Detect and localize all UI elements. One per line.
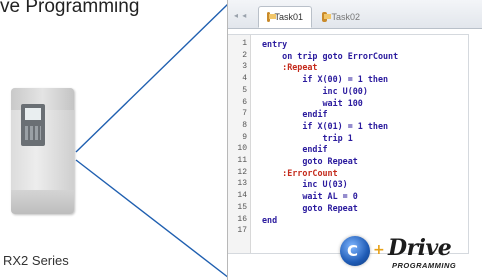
- code-line: inc U(00): [262, 85, 368, 96]
- line-number: 15: [237, 202, 247, 212]
- line-number: 1: [242, 39, 247, 48]
- line-number: 5: [242, 85, 247, 95]
- device-caption: RX2 Series: [3, 253, 69, 268]
- logo-mark-icon: C: [340, 236, 370, 266]
- code-line: if X(00) = 1 then: [262, 74, 389, 85]
- code-line: end: [262, 214, 278, 225]
- code-line: :ErrorCount: [262, 167, 338, 178]
- code-line: entry: [262, 39, 288, 49]
- line-number: 8: [242, 120, 247, 130]
- line-number: 10: [237, 144, 247, 154]
- line-number: 17: [237, 226, 247, 236]
- code-line: inc U(03): [262, 179, 348, 190]
- vent: [11, 190, 74, 214]
- line-number: 2: [242, 50, 247, 60]
- line-number: 9: [242, 132, 247, 142]
- line-number: 12: [237, 167, 247, 177]
- code-line: wait 100: [262, 97, 363, 108]
- drive-programming-logo: C + Drive PROGRAMMING: [338, 233, 480, 277]
- code-line: endif: [262, 144, 328, 155]
- code-line: wait AL = 0: [262, 191, 358, 202]
- keypad: [25, 126, 41, 140]
- code-line: if X(01) = 1 then: [262, 120, 389, 131]
- code-line: :Repeat: [262, 62, 318, 73]
- logo-word: Drive: [388, 235, 452, 261]
- line-number: 16: [237, 214, 247, 224]
- task-icon: [267, 12, 278, 22]
- line-number: 4: [242, 74, 247, 84]
- code-editor[interactable]: 1 2 3 4 5 6 7 8 9 10 11 12 13 14 15 16 17 entry on trip …: [228, 34, 469, 254]
- line-number: 3: [242, 62, 247, 72]
- tab-bar: ◂ ◂ Task01 Task02: [228, 0, 482, 29]
- tab-label: Task01: [274, 12, 303, 22]
- code-line: trip 1: [262, 132, 353, 143]
- line-number: 11: [237, 156, 247, 165]
- code-line: goto Repeat: [262, 156, 358, 166]
- tab-label: Task02: [331, 12, 360, 22]
- inverter-device-image: [11, 88, 74, 214]
- tab-scroll-arrows[interactable]: ◂ ◂: [234, 11, 247, 20]
- line-number: 7: [242, 109, 247, 119]
- logo-plus-icon: +: [373, 242, 385, 258]
- tab-task01[interactable]: Task01: [258, 6, 312, 28]
- code-line: endif: [262, 109, 328, 120]
- task-icon: [322, 12, 332, 22]
- logo-subword: PROGRAMMING: [392, 261, 457, 270]
- line-number: 6: [242, 97, 247, 107]
- code-line: on trip goto ErrorCount: [262, 50, 399, 61]
- line-number: 14: [237, 191, 247, 201]
- line-number: 13: [237, 179, 247, 189]
- line-number-gutter: 1 2 3 4 5 6 7 8 9 10 11 12 13 14 15 16 17: [228, 35, 251, 253]
- display-screen: [25, 108, 41, 120]
- callout-line-upper: [75, 2, 230, 153]
- tab-task02[interactable]: Task02: [314, 6, 368, 28]
- code-line: goto Repeat: [262, 202, 358, 213]
- callout-line-lower: [75, 159, 230, 279]
